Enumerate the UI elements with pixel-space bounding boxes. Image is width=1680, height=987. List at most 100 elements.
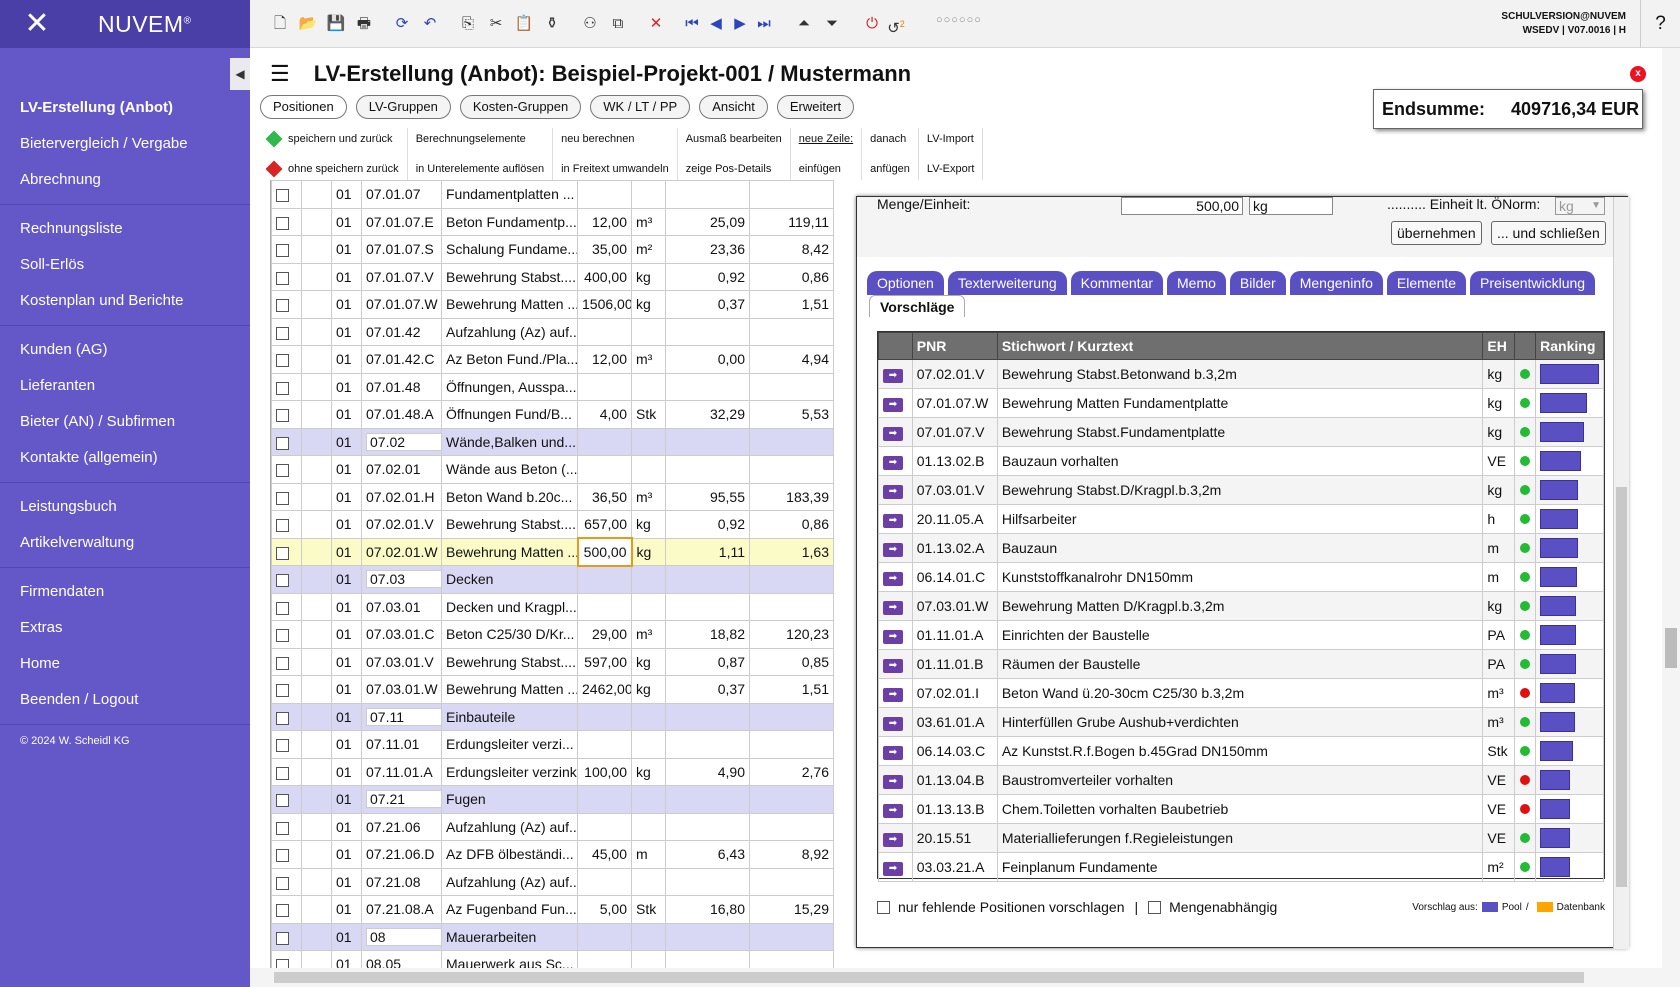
new-file-icon[interactable]: 🗋 xyxy=(270,14,290,34)
sidebar-item[interactable]: Bieter (AN) / Subfirmen xyxy=(0,404,250,440)
row-checkbox[interactable] xyxy=(276,354,289,368)
suggestion-row[interactable]: ➡ 07.02.01.I Beton Wand ü.20-30cm C25/30 b… xyxy=(878,678,1604,708)
shorttext-cell[interactable]: Aufzahlung (Az) auf... xyxy=(441,867,578,896)
row-checkbox-cell[interactable] xyxy=(271,565,302,594)
quantity-cell[interactable] xyxy=(577,730,632,759)
tab-4[interactable]: Ansicht xyxy=(699,95,768,119)
quantity-cell[interactable]: 36,50 xyxy=(577,482,632,511)
suggestion-insert-cell[interactable]: ➡ xyxy=(878,678,913,708)
apply-and-close-button[interactable]: ... und schließen xyxy=(1491,221,1606,245)
action-item[interactable]: einfügen xyxy=(799,158,853,180)
row-checkbox-cell[interactable] xyxy=(271,290,302,319)
row-checkbox-cell[interactable] xyxy=(271,400,302,429)
shorttext-cell[interactable]: Beton Wand b.20c... xyxy=(441,482,578,511)
row-checkbox-cell[interactable] xyxy=(271,180,302,209)
refresh-icon[interactable]: ⟳ xyxy=(392,14,412,34)
row-checkbox-cell[interactable] xyxy=(271,922,302,951)
suggestion-insert-cell[interactable]: ➡ xyxy=(878,475,913,505)
suggestion-row[interactable]: ➡ 01.11.01.A Einrichten der Baustelle PA xyxy=(878,620,1604,650)
row-checkbox[interactable] xyxy=(276,629,289,643)
suggestion-insert-cell[interactable]: ➡ xyxy=(878,620,913,650)
table-row[interactable]: 01 07.03.01 Decken und Kragpl... xyxy=(271,592,834,621)
table-row[interactable]: 01 07.02 Wände,Balken und... xyxy=(271,427,834,456)
suggestion-row[interactable]: ➡ 07.03.01.W Bewehrung Matten D/Kragpl.b.3… xyxy=(878,591,1604,621)
shorttext-cell[interactable]: Bewehrung Stabst.... xyxy=(441,647,578,676)
insert-arrow-icon[interactable]: ➡ xyxy=(883,398,903,412)
row-checkbox-cell[interactable] xyxy=(271,702,302,731)
notifications-icon[interactable]: ↺2 xyxy=(886,14,906,37)
sidebar-item[interactable]: Kunden (AG) xyxy=(0,332,250,368)
sidebar-item[interactable]: Kostenplan und Berichte xyxy=(0,283,250,319)
shorttext-cell[interactable]: Az Fugenband Fun... xyxy=(441,895,578,924)
row-checkbox[interactable] xyxy=(276,904,289,918)
apply-button[interactable]: übernehmen xyxy=(1391,221,1482,245)
horizontal-scrollbar[interactable] xyxy=(250,968,1680,987)
suggestion-insert-cell[interactable]: ➡ xyxy=(878,591,913,621)
shorttext-cell[interactable]: Fugen xyxy=(441,785,578,814)
insert-arrow-icon[interactable]: ➡ xyxy=(883,833,903,847)
action-item[interactable]: zeige Pos-Details xyxy=(686,158,782,180)
row-checkbox[interactable] xyxy=(276,464,289,478)
shorttext-cell[interactable]: Wände,Balken und... xyxy=(441,427,578,456)
suggestion-row[interactable]: ➡ 07.01.07.V Bewehrung Stabst.Fundamentpla… xyxy=(878,417,1604,447)
quantity-cell[interactable] xyxy=(577,317,632,346)
insert-arrow-icon[interactable]: ➡ xyxy=(883,369,903,383)
shorttext-cell[interactable]: Decken xyxy=(441,565,578,594)
save-icon[interactable]: 💾 xyxy=(326,14,346,34)
suggestion-row[interactable]: ➡ 03.61.01.A Hinterfüllen Grube Aushub+ver… xyxy=(878,707,1604,737)
table-row[interactable]: 01 07.01.48.A Öffnungen Fund/B... 4,00 Stk 32… xyxy=(271,400,834,429)
row-checkbox[interactable] xyxy=(276,849,289,863)
insert-arrow-icon[interactable]: ➡ xyxy=(883,485,903,499)
popup-tab[interactable]: Memo xyxy=(1167,271,1226,295)
next-record-icon[interactable]: ▶ xyxy=(730,14,750,34)
quantity-cell[interactable] xyxy=(577,180,632,209)
suggestion-row[interactable]: ➡ 06.14.03.C Az Kunstst.R.f.Bogen b.45Grad… xyxy=(878,736,1604,766)
tab-0[interactable]: Positionen xyxy=(260,95,347,119)
sidebar-item[interactable]: Artikelverwaltung xyxy=(0,525,250,561)
row-checkbox-cell[interactable] xyxy=(271,730,302,759)
suggestion-row[interactable]: ➡ 01.11.01.B Räumen der Baustelle PA xyxy=(878,649,1604,679)
quantity-cell[interactable] xyxy=(577,702,632,731)
row-checkbox[interactable] xyxy=(276,711,289,725)
quantity-cell[interactable]: 657,00 xyxy=(577,510,632,539)
row-checkbox[interactable] xyxy=(276,409,289,423)
action-item[interactable]: in Unterelemente auflösen xyxy=(416,158,544,180)
vertical-scrollbar[interactable] xyxy=(1662,48,1680,968)
quantity-cell[interactable] xyxy=(577,455,632,484)
quantity-cell[interactable]: 1506,00 xyxy=(577,290,632,319)
row-checkbox[interactable] xyxy=(276,546,289,560)
shorttext-cell[interactable]: Bewehrung Stabst.... xyxy=(441,510,578,539)
table-row[interactable]: 01 07.21.08.A Az Fugenband Fun... 5,00 Stk 16… xyxy=(271,895,834,924)
sidebar-item[interactable]: Extras xyxy=(0,610,250,646)
table-row[interactable]: 01 07.02.01 Wände aus Beton (... xyxy=(271,455,834,484)
quantity-cell[interactable] xyxy=(577,565,632,594)
insert-arrow-icon[interactable]: ➡ xyxy=(883,630,903,644)
oenorm-unit-select[interactable]: kg ▼ xyxy=(1555,197,1605,215)
insert-arrow-icon[interactable]: ➡ xyxy=(883,456,903,470)
quantity-cell[interactable] xyxy=(577,867,632,896)
paste-icon[interactable]: 📋 xyxy=(514,14,534,34)
move-down-icon[interactable]: ⏷ xyxy=(822,14,842,34)
action-item[interactable]: in Freitext umwandeln xyxy=(561,158,669,180)
suggestion-row[interactable]: ➡ 01.13.13.B Chem.Toiletten vorhalten Baub… xyxy=(878,794,1604,824)
row-checkbox[interactable] xyxy=(276,189,289,203)
action-item[interactable]: anfügen xyxy=(870,158,910,180)
insert-arrow-icon[interactable]: ➡ xyxy=(883,514,903,528)
shorttext-cell[interactable]: Schalung Fundame... xyxy=(441,235,578,264)
table-row[interactable]: 01 07.03.01.V Bewehrung Stabst.... 597,00 kg… xyxy=(271,647,834,676)
row-checkbox-cell[interactable] xyxy=(271,510,302,539)
suggestion-row[interactable]: ➡ 01.13.02.B Bauzaun vorhalten VE xyxy=(878,446,1604,476)
row-checkbox-cell[interactable] xyxy=(271,455,302,484)
row-checkbox[interactable] xyxy=(276,821,289,835)
quantity-cell[interactable]: 5,00 xyxy=(577,895,632,924)
row-checkbox-cell[interactable] xyxy=(271,647,302,676)
open-folder-icon[interactable]: 📂 xyxy=(298,14,318,34)
table-row[interactable]: 01 07.03 Decken xyxy=(271,565,834,594)
table-row[interactable]: 01 07.02.01.V Bewehrung Stabst.... 657,00 kg… xyxy=(271,510,834,539)
suggestion-insert-cell[interactable]: ➡ xyxy=(878,649,913,679)
row-checkbox-cell[interactable] xyxy=(271,592,302,621)
action-item[interactable]: ohne speichern zurück xyxy=(265,158,399,180)
popup-scrollbar-thumb[interactable] xyxy=(1616,487,1627,887)
row-checkbox[interactable] xyxy=(276,519,289,533)
tab-1[interactable]: LV-Gruppen xyxy=(355,95,451,119)
